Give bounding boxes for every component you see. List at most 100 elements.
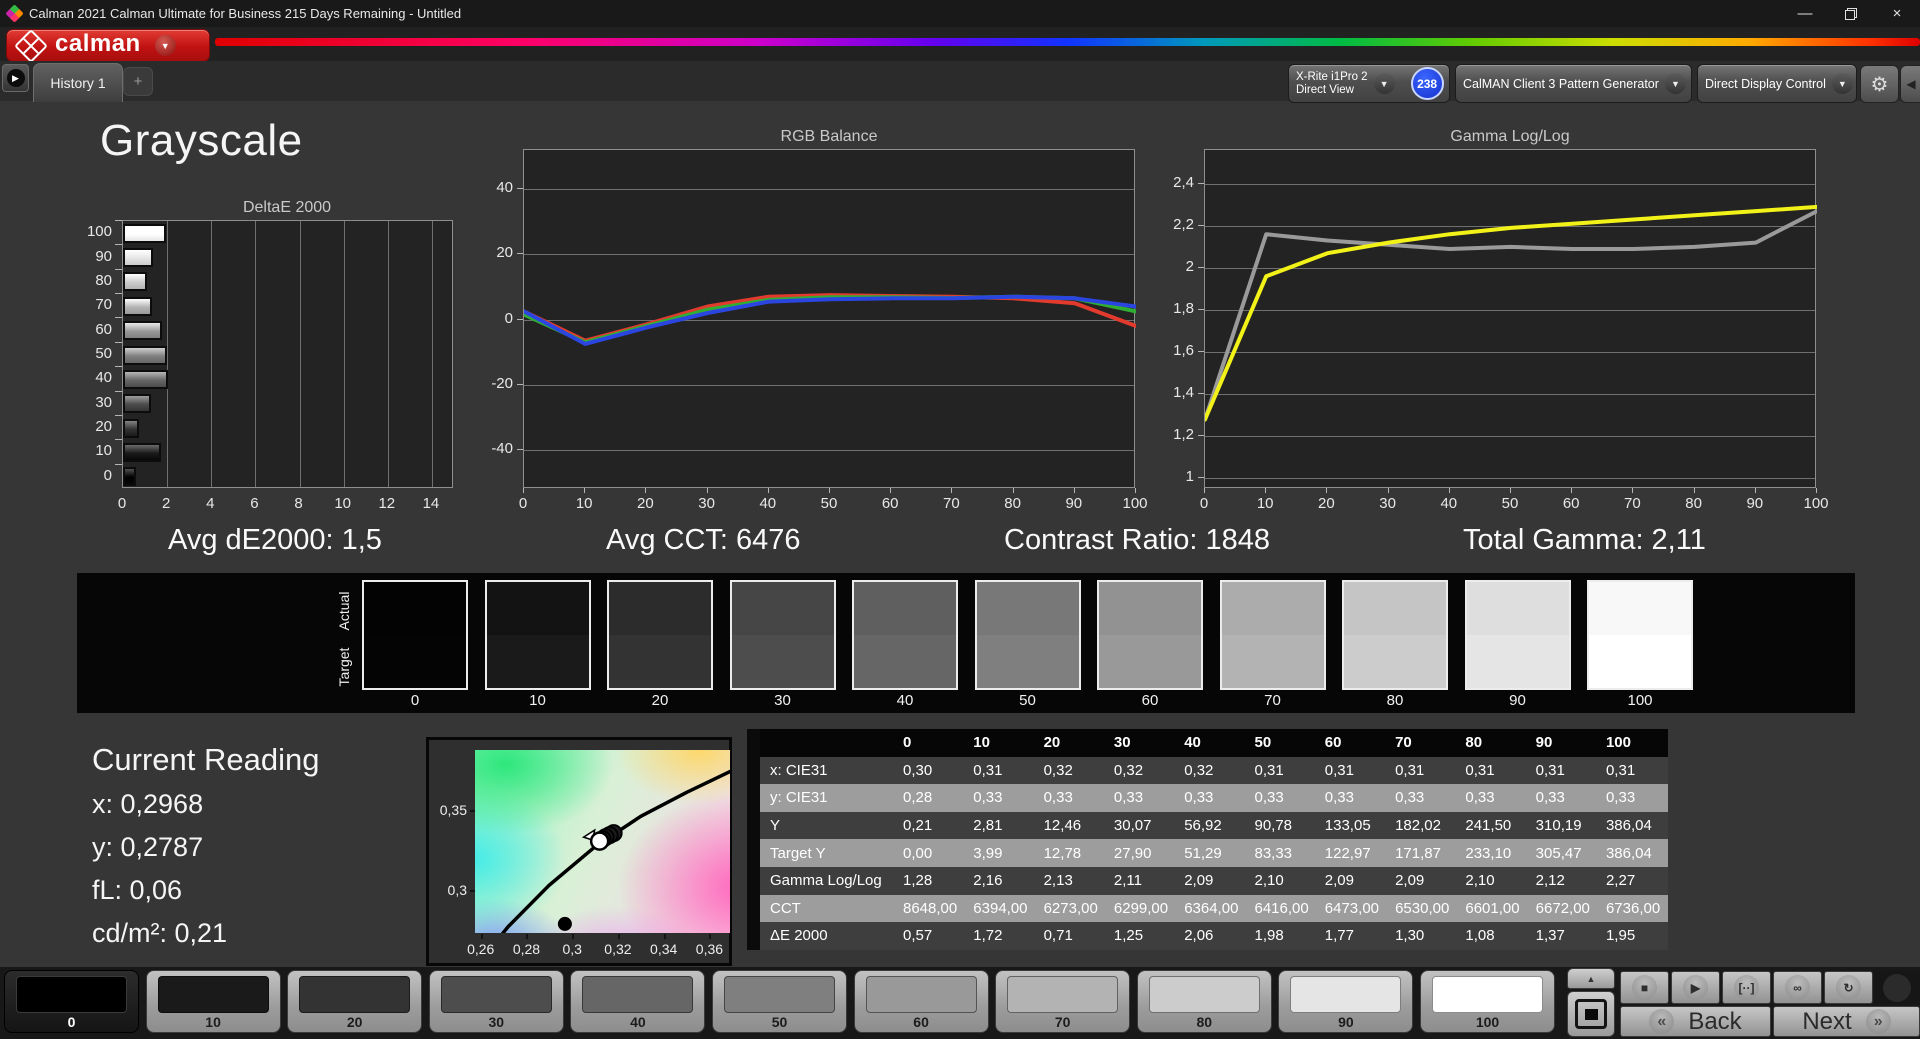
swatch-label-30: 30 xyxy=(774,692,791,709)
add-tab-button[interactable]: + xyxy=(123,67,153,96)
patch-button-50[interactable]: 50 xyxy=(712,970,847,1033)
tick-mark xyxy=(115,220,122,221)
patch-button-60[interactable]: 60 xyxy=(853,970,989,1033)
table-cell: 56,92 xyxy=(1176,811,1247,840)
tick-mark xyxy=(1387,488,1389,493)
gridline xyxy=(167,221,169,487)
rgb-x-tick: 80 xyxy=(1004,495,1021,512)
table-cell: 305,47 xyxy=(1527,839,1598,867)
table-cell: 2,09 xyxy=(1387,866,1458,895)
swatch-actual xyxy=(976,582,1079,635)
infinity-button[interactable]: ∞ xyxy=(1773,971,1822,1004)
patch-button-40[interactable]: 40 xyxy=(570,970,706,1033)
table-row-label: Target Y xyxy=(760,839,895,867)
tick-mark xyxy=(517,383,523,385)
loop-range-button[interactable]: [··] xyxy=(1722,971,1771,1004)
patch-button-30[interactable]: 30 xyxy=(428,970,564,1033)
display-control-dropdown[interactable]: Direct Display Control ▼ xyxy=(1697,64,1857,103)
rgb-y-tick: 40 xyxy=(496,179,513,197)
deltae-y-tick: 40 xyxy=(95,369,112,387)
table-cell: 0,57 xyxy=(895,922,966,950)
settings-button[interactable]: ⚙ xyxy=(1860,65,1899,103)
table-col-header-40: 40 xyxy=(1176,729,1247,757)
patch-button-10[interactable]: 10 xyxy=(145,970,281,1033)
tab-history-1[interactable]: History 1 xyxy=(33,63,123,102)
rgb-y-tick: -40 xyxy=(491,439,513,457)
meter-dropdown[interactable]: X-Rite i1Pro 2 Direct View ▼ 238 xyxy=(1288,64,1450,103)
patch-label: 20 xyxy=(346,1014,363,1030)
table-cell: 122,97 xyxy=(1316,839,1388,867)
patch-button-70[interactable]: 70 xyxy=(995,970,1131,1033)
table-cell: 133,05 xyxy=(1316,811,1388,840)
patch-button-90[interactable]: 90 xyxy=(1278,970,1414,1033)
pattern-window-toggle: ▲ xyxy=(1567,968,1615,1037)
cie-x-tick: 0,3 xyxy=(562,941,582,957)
table-cell: 2,12 xyxy=(1527,866,1598,895)
patch-button-20[interactable]: 20 xyxy=(287,970,423,1033)
deltae-bar-70 xyxy=(123,296,152,316)
table-row-label: ΔE 2000 xyxy=(760,922,895,950)
tick-mark xyxy=(829,488,830,493)
pattern-window-button[interactable] xyxy=(1567,991,1615,1037)
patch-label: 80 xyxy=(1196,1014,1213,1030)
deltae-y-tick: 60 xyxy=(95,320,112,338)
restore-icon xyxy=(1845,7,1857,20)
table-cell: 0,31 xyxy=(1457,756,1528,785)
expand-pattern-list-button[interactable]: ▲ xyxy=(1567,968,1615,989)
table-cell: 233,10 xyxy=(1457,839,1528,867)
tick-mark xyxy=(1198,351,1204,353)
table-cell: 0,33 xyxy=(1387,784,1458,812)
table-col-header-70: 70 xyxy=(1387,729,1458,757)
minimize-button[interactable]: — xyxy=(1782,0,1828,27)
refresh-button[interactable]: ↻ xyxy=(1824,971,1873,1004)
deltae-x-tick: 14 xyxy=(422,495,440,512)
table-cell: 2,09 xyxy=(1316,866,1388,895)
play-button[interactable]: ▶ xyxy=(1671,971,1720,1004)
tick-mark xyxy=(517,188,523,190)
table-col-header-50: 50 xyxy=(1246,729,1317,757)
stop-button[interactable]: ■ xyxy=(1620,971,1669,1004)
swatch-target xyxy=(1099,635,1201,688)
gridline xyxy=(343,221,345,487)
table-cell: 1,98 xyxy=(1246,922,1317,950)
swatch-target xyxy=(364,635,466,688)
gridline xyxy=(299,221,301,487)
patch-button-100[interactable]: 100 xyxy=(1420,970,1555,1033)
current-reading-x: x: 0,2968 xyxy=(92,789,204,819)
deltae-y-tick: 30 xyxy=(95,393,112,411)
gamma-y-tick: 1,2 xyxy=(1173,426,1194,444)
table-col-header-10: 10 xyxy=(965,729,1036,757)
deltae-x-tick: 0 xyxy=(117,495,127,512)
current-reading-y: y: 0,2787 xyxy=(92,832,204,862)
rgb-chart-title: RGB Balance xyxy=(780,128,878,145)
next-button[interactable]: Next » xyxy=(1773,1006,1920,1037)
back-button[interactable]: « Back xyxy=(1620,1006,1771,1037)
pattern-generator-dropdown[interactable]: CalMAN Client 3 Pattern Generator ▼ xyxy=(1455,64,1692,103)
grayscale-data-table: 0 10 20 30 40 50 60 70 80 90 100 x: CIE31 0,30 0,31 0,… xyxy=(747,729,1671,950)
collapse-panel-button[interactable]: ◀ xyxy=(1900,65,1920,103)
tab-nav-button[interactable]: ▶ xyxy=(2,64,29,92)
table-cell: 1,25 xyxy=(1105,922,1177,950)
table-cell: 0,00 xyxy=(895,839,966,867)
table-cell: 8648,00 xyxy=(895,894,966,923)
cie-x-tick: 0,26 xyxy=(467,941,495,957)
gamma-y-tick: 2 xyxy=(1185,257,1194,275)
tick-mark xyxy=(706,488,708,493)
patch-label: 0 xyxy=(67,1014,76,1030)
patch-button-80[interactable]: 80 xyxy=(1136,970,1272,1033)
patch-button-0[interactable]: 0 xyxy=(4,970,139,1033)
table-cell: 2,13 xyxy=(1035,866,1106,895)
gridline xyxy=(1205,267,1815,269)
swatch-actual xyxy=(731,582,834,635)
restore-button[interactable] xyxy=(1828,0,1874,27)
tick-mark xyxy=(1198,266,1204,268)
close-button[interactable]: × xyxy=(1874,0,1920,27)
patch-swatch xyxy=(865,976,977,1013)
deltae-bar-40 xyxy=(123,369,169,389)
table-cell: 27,90 xyxy=(1105,839,1177,867)
calman-menu-button[interactable]: calman ▼ xyxy=(6,28,210,63)
meter-count-badge[interactable]: 238 xyxy=(1410,67,1444,100)
tab-bar: ▶ History 1 + X-Rite i1Pro 2 Direct View … xyxy=(0,61,1920,103)
table-cell: 1,30 xyxy=(1387,922,1458,950)
gamma-x-tick: 70 xyxy=(1624,495,1641,512)
